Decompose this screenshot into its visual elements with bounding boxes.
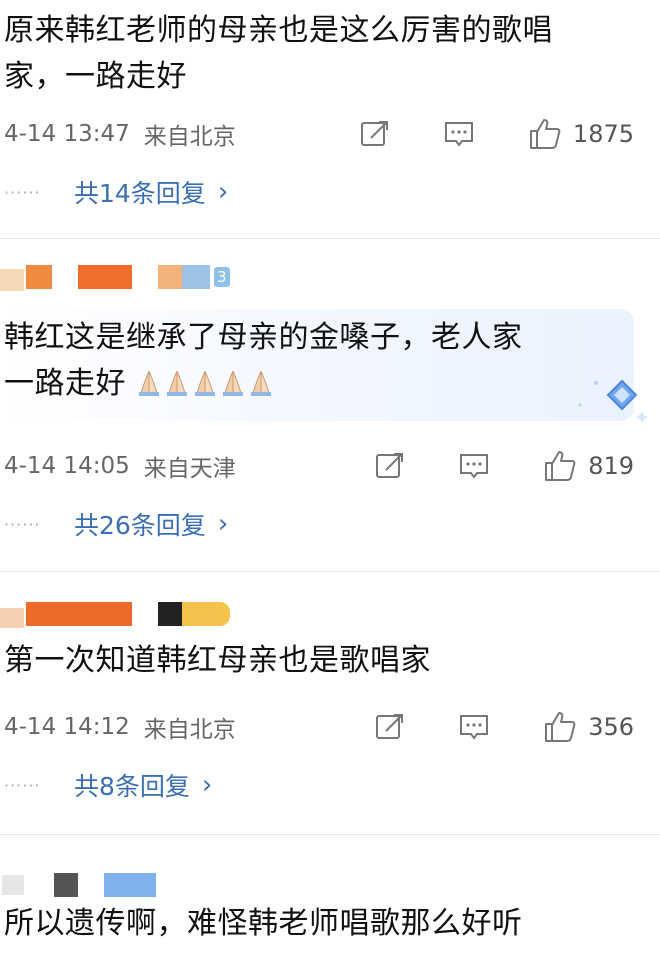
emoji-group: [126, 366, 276, 401]
avatar[interactable]: [0, 608, 24, 628]
username[interactable]: [78, 265, 132, 289]
comment-meta: 4-14 14:05 来自天津 819: [4, 446, 660, 486]
comment-time: 4-14 13:47: [4, 121, 130, 147]
comment-location: 来自北京: [143, 124, 236, 150]
comment-text-line: 韩红这是继承了母亲的金嗓子，老人家: [4, 320, 523, 355]
comment-meta: 4-14 13:47 来自北京 1875: [4, 114, 660, 154]
comment-text: 第一次知道韩红母亲也是歌唱家: [4, 638, 640, 684]
divider: [0, 238, 660, 239]
folded-hands-icon: [223, 370, 244, 396]
avatar[interactable]: [2, 875, 24, 895]
like-count: 819: [588, 452, 634, 480]
folded-hands-icon: [251, 370, 272, 396]
folded-hands-icon: [195, 370, 216, 396]
username[interactable]: [26, 602, 132, 626]
folded-hands-icon: [167, 370, 188, 396]
view-replies-link[interactable]: 共14条回复 ›: [74, 174, 228, 210]
like-button[interactable]: 1875: [527, 116, 634, 152]
ellipsis-icon: ······: [4, 775, 41, 795]
comment-location: 来自北京: [143, 717, 236, 743]
user-badge: [158, 265, 182, 289]
thumbs-up-icon: [545, 712, 576, 742]
user-badge: [182, 602, 230, 626]
chevron-right-icon: ›: [201, 770, 213, 800]
user-badge: [182, 265, 210, 289]
comment-text: 原来韩红老师的母亲也是这么厉害的歌唱 家，一路走好: [4, 8, 640, 100]
thumbs-up-icon: [545, 451, 576, 481]
comment-actions: 1875: [359, 114, 634, 154]
divider: [0, 571, 660, 572]
avatar[interactable]: [0, 269, 24, 291]
ellipsis-icon: ······: [4, 182, 41, 202]
comment-location: 来自天津: [143, 456, 236, 482]
comment-actions: 819: [374, 446, 634, 486]
user-badge: [158, 602, 182, 626]
comment-text-line: 所以遗传啊，难怪韩老师唱歌那么好听: [4, 906, 523, 941]
comment-icon[interactable]: [458, 711, 490, 743]
comment-text: 所以遗传啊，难怪韩老师唱歌那么好听: [4, 901, 640, 947]
comment-text-line: 一路走好: [4, 361, 640, 407]
like-button[interactable]: 356: [542, 709, 634, 745]
reply-count: 共8条回复: [74, 772, 190, 801]
divider: [0, 834, 660, 835]
comment-icon[interactable]: [458, 450, 490, 482]
username[interactable]: [26, 265, 52, 289]
view-replies-link[interactable]: 共26条回复 ›: [74, 506, 228, 542]
comment-text: 韩红这是继承了母亲的金嗓子，老人家 一路走好: [4, 315, 640, 407]
chevron-right-icon: ›: [217, 177, 229, 207]
username[interactable]: [54, 873, 78, 897]
comment-actions: 356: [374, 707, 634, 747]
comment-time: 4-14 14:05: [4, 453, 130, 479]
repost-icon[interactable]: [374, 711, 406, 743]
comment-text-fragment: 一路走好: [4, 366, 126, 401]
user-info: 3: [0, 261, 260, 295]
like-count: 1875: [572, 120, 634, 148]
ellipsis-icon: ······: [4, 514, 41, 534]
like-button[interactable]: 819: [542, 448, 634, 484]
comment-text-line: 第一次知道韩红母亲也是歌唱家: [4, 643, 431, 678]
comment-time: 4-14 14:12: [4, 714, 130, 740]
user-info: [0, 598, 240, 632]
reply-summary: ······ 共26条回复 ›: [4, 504, 228, 544]
username[interactable]: [104, 873, 156, 897]
repost-icon[interactable]: [374, 450, 406, 482]
reply-count: 共26条回复: [74, 511, 206, 540]
reply-summary: ······ 共14条回复 ›: [4, 172, 228, 212]
reply-summary: ······ 共8条回复 ›: [4, 765, 212, 805]
level-badge: 3: [214, 267, 230, 287]
chevron-right-icon: ›: [217, 509, 229, 539]
reply-count: 共14条回复: [74, 179, 206, 208]
user-info: [0, 869, 170, 903]
comment-text-line: 家，一路走好: [4, 59, 187, 94]
thumbs-up-icon: [529, 119, 561, 149]
repost-icon[interactable]: [359, 118, 391, 150]
like-count: 356: [588, 713, 634, 741]
folded-hands-icon: [139, 370, 160, 396]
comment-meta: 4-14 14:12 来自北京 356: [4, 707, 660, 747]
comment-text-line: 原来韩红老师的母亲也是这么厉害的歌唱: [4, 13, 553, 48]
comment-icon[interactable]: [443, 118, 475, 150]
view-replies-link[interactable]: 共8条回复 ›: [74, 767, 212, 803]
diamond-sparkle-icon: [578, 379, 648, 423]
